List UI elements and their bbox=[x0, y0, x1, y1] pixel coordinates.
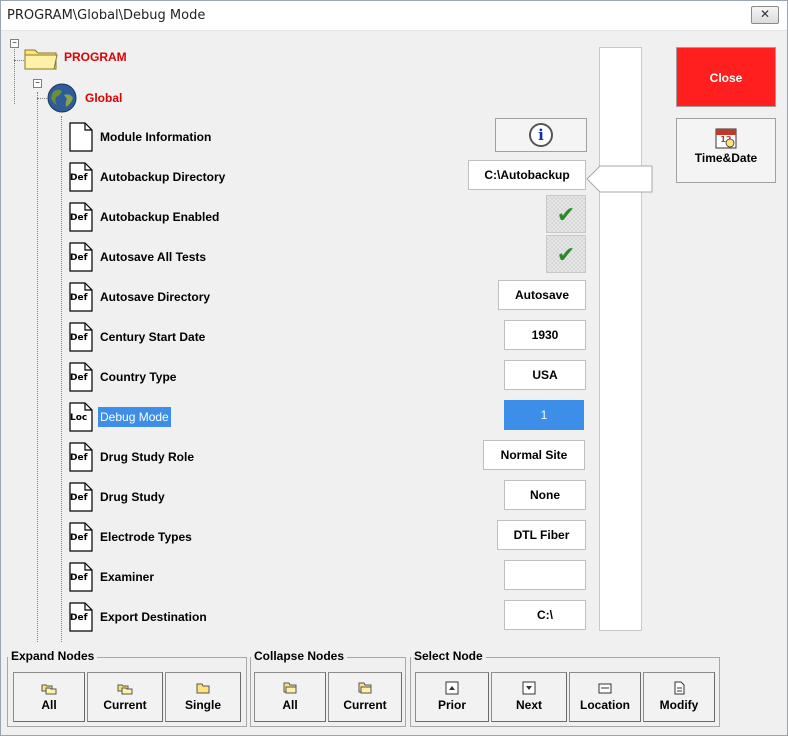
document-icon bbox=[69, 122, 93, 152]
checkbox-checked[interactable]: ✔ bbox=[546, 195, 586, 233]
tree-item-label[interactable]: Drug Study Role bbox=[98, 447, 196, 467]
tree-item-label[interactable]: Drug Study bbox=[98, 487, 167, 507]
expand-nodes-title: Expand Nodes bbox=[8, 649, 98, 663]
tree-root-label[interactable]: PROGRAM bbox=[64, 50, 127, 64]
node-type-badge: Def bbox=[70, 173, 88, 183]
time-date-button[interactable]: 12 Time&Date bbox=[676, 118, 776, 183]
select-location-label: Location bbox=[580, 698, 630, 712]
setting-value-field[interactable]: 1930 bbox=[504, 320, 586, 350]
arrow-up-box-icon bbox=[445, 681, 459, 695]
collapse-toggle-global[interactable]: − bbox=[33, 79, 42, 88]
module-info-button[interactable]: i bbox=[495, 118, 587, 152]
select-next-button[interactable]: Next bbox=[491, 672, 567, 722]
setting-value-field[interactable]: USA bbox=[504, 360, 586, 390]
node-type-badge: Loc bbox=[70, 413, 88, 423]
expand-single-label: Single bbox=[184, 698, 221, 712]
expand-single-button[interactable]: Single bbox=[165, 672, 241, 722]
multi-folder-open-icon bbox=[117, 684, 133, 695]
tree-connector bbox=[37, 92, 38, 642]
title-bar: PROGRAM\Global\Debug Mode ✕ bbox=[1, 1, 787, 31]
setting-value-field[interactable]: 1 bbox=[504, 400, 584, 430]
expand-all-label: All bbox=[41, 698, 57, 712]
tree-connector bbox=[14, 44, 15, 104]
tree-item-label[interactable]: Module Information bbox=[98, 127, 213, 147]
tree-group-label[interactable]: Global bbox=[85, 91, 122, 105]
checkbox-checked[interactable]: ✔ bbox=[546, 235, 586, 273]
dialog-window: PROGRAM\Global\Debug Mode ✕ − PROGRAM − bbox=[0, 0, 788, 736]
globe-icon bbox=[46, 82, 78, 114]
tree-item-label[interactable]: Country Type bbox=[98, 367, 178, 387]
tree-item-label[interactable]: Autobackup Directory bbox=[98, 167, 227, 187]
node-type-badge: Def bbox=[70, 253, 88, 263]
arrow-down-box-icon bbox=[522, 681, 536, 695]
select-prior-label: Prior bbox=[437, 698, 466, 712]
tree-item-label[interactable]: Autosave All Tests bbox=[98, 247, 208, 267]
value-pointer-arrow bbox=[586, 164, 654, 197]
setting-value-field[interactable]: DTL Fiber bbox=[497, 520, 586, 550]
setting-value-field[interactable]: Autosave bbox=[498, 280, 586, 310]
expand-current-button[interactable]: Current bbox=[87, 672, 163, 722]
node-type-badge: Def bbox=[70, 573, 88, 583]
info-icon: i bbox=[529, 123, 553, 147]
tree-item-label[interactable]: Electrode Types bbox=[98, 527, 194, 547]
collapse-nodes-title: Collapse Nodes bbox=[251, 649, 348, 663]
collapse-toggle-program[interactable]: − bbox=[10, 39, 19, 48]
tree-item-label[interactable]: Century Start Date bbox=[98, 327, 207, 347]
node-type-badge: Def bbox=[70, 333, 88, 343]
setting-value-field[interactable]: Normal Site bbox=[483, 440, 585, 470]
tree-item-label[interactable]: Autosave Directory bbox=[98, 287, 212, 307]
select-prior-button[interactable]: Prior bbox=[415, 672, 489, 722]
window-title: PROGRAM\Global\Debug Mode bbox=[7, 8, 206, 23]
close-button[interactable]: Close bbox=[676, 47, 776, 107]
multi-folder-open-icon bbox=[41, 684, 57, 695]
node-type-badge: Def bbox=[70, 533, 88, 543]
multi-folder-closed-icon bbox=[358, 682, 372, 694]
collapse-current-button[interactable]: Current bbox=[328, 672, 402, 722]
node-type-badge: Def bbox=[70, 453, 88, 463]
setting-value-field[interactable]: None bbox=[504, 480, 586, 510]
time-date-label: Time&Date bbox=[694, 151, 758, 165]
select-modify-button[interactable]: Modify bbox=[643, 672, 715, 722]
collapse-current-label: Current bbox=[343, 698, 387, 712]
tree-connector bbox=[61, 116, 62, 642]
tree-item-label[interactable]: Autobackup Enabled bbox=[98, 207, 221, 227]
select-modify-label: Modify bbox=[659, 698, 699, 712]
setting-value-field[interactable] bbox=[504, 560, 586, 590]
expand-current-label: Current bbox=[103, 698, 147, 712]
multi-folder-closed-icon bbox=[283, 682, 297, 694]
collapse-all-button[interactable]: All bbox=[254, 672, 326, 722]
tree-item-label[interactable]: Debug Mode bbox=[98, 407, 171, 427]
tree-item-label[interactable]: Examiner bbox=[98, 567, 156, 587]
select-location-button[interactable]: Location bbox=[569, 672, 641, 722]
folder-open-icon bbox=[196, 683, 210, 694]
select-node-title: Select Node bbox=[411, 649, 486, 663]
setting-value-field[interactable]: C:\Autobackup bbox=[468, 160, 586, 190]
node-type-badge: Def bbox=[70, 213, 88, 223]
collapse-all-label: All bbox=[282, 698, 298, 712]
folder-icon bbox=[23, 42, 59, 72]
calendar-clock-icon: 12 bbox=[715, 127, 737, 149]
node-type-badge: Def bbox=[70, 373, 88, 383]
location-box-icon bbox=[598, 683, 612, 694]
expand-all-button[interactable]: All bbox=[13, 672, 85, 722]
window-close-button[interactable]: ✕ bbox=[751, 6, 779, 24]
setting-value-field[interactable]: C:\ bbox=[504, 600, 586, 630]
document-edit-icon bbox=[674, 681, 685, 695]
tree-item-label[interactable]: Export Destination bbox=[98, 607, 209, 627]
node-type-badge: Def bbox=[70, 493, 88, 503]
vertical-scrollbar[interactable] bbox=[599, 47, 642, 631]
node-type-badge: Def bbox=[70, 613, 88, 623]
select-next-label: Next bbox=[515, 698, 542, 712]
node-type-badge: Def bbox=[70, 293, 88, 303]
